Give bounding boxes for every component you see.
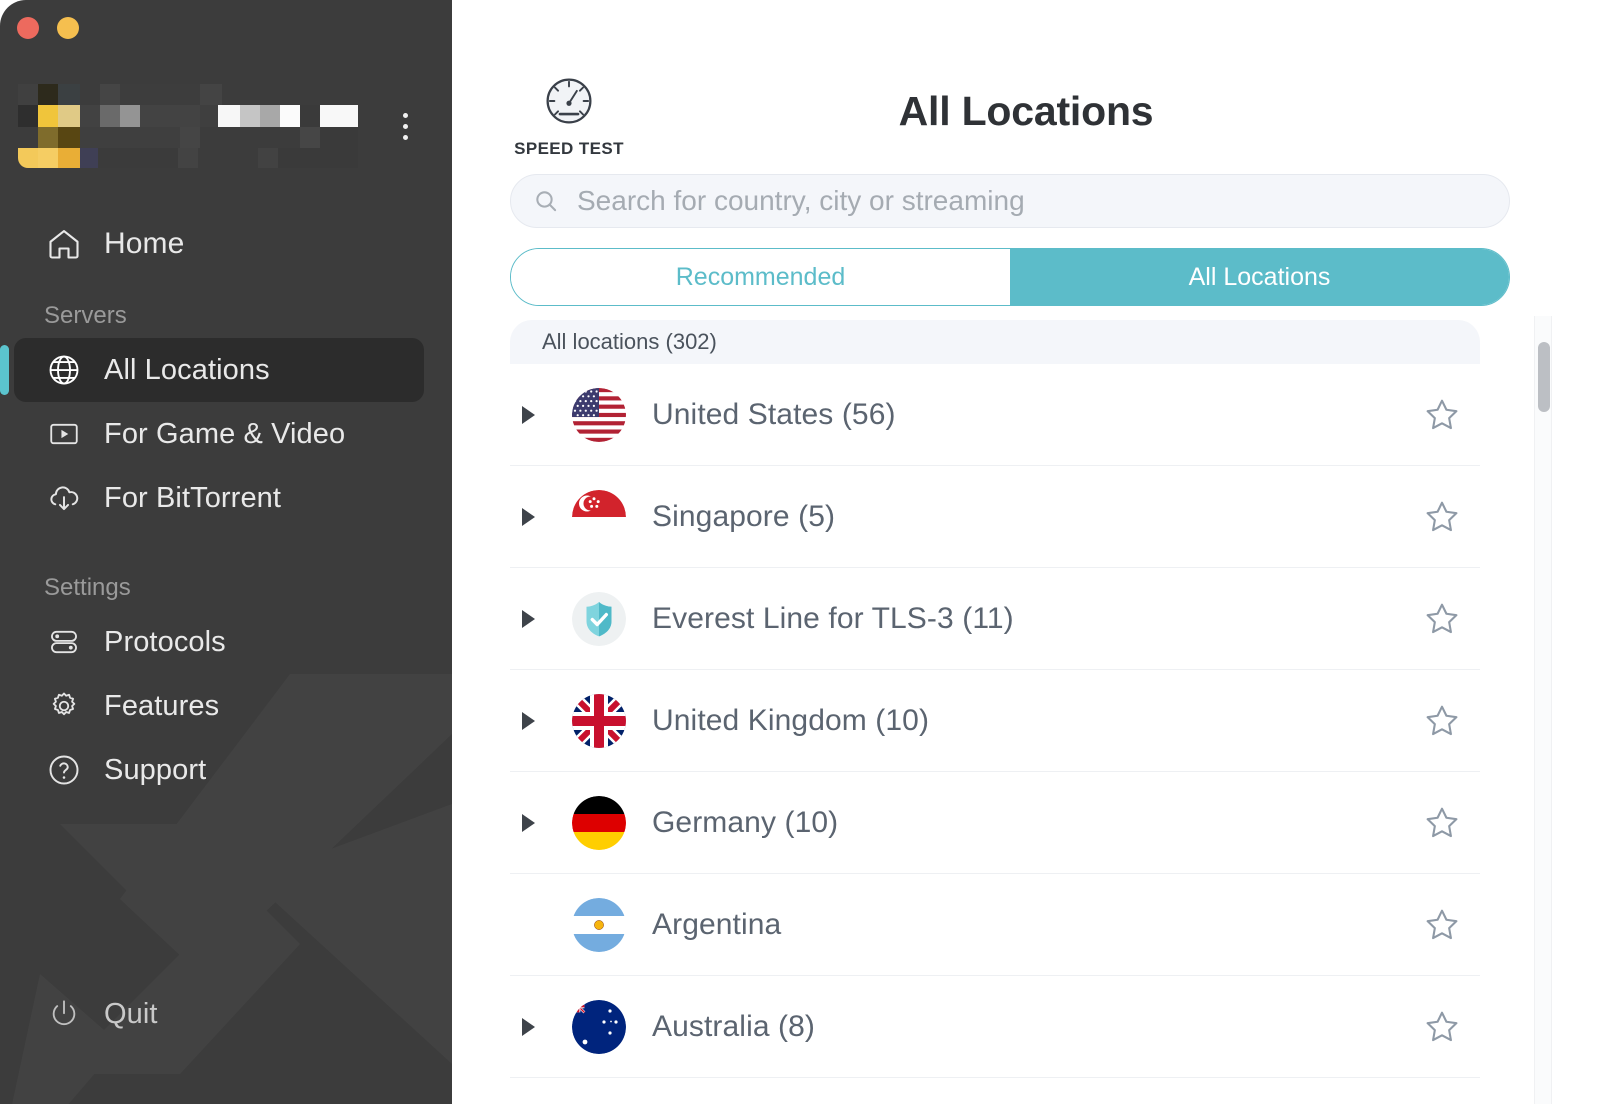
- scrollbar-thumb[interactable]: [1538, 342, 1550, 412]
- sidebar-item-features[interactable]: Features: [14, 674, 424, 738]
- favorite-star-icon[interactable]: [1422, 701, 1462, 741]
- sidebar-item-protocols[interactable]: Protocols: [14, 610, 424, 674]
- de-flag-icon: [572, 796, 626, 850]
- page-title: All Locations: [452, 88, 1600, 135]
- locations-tab-group: Recommended All Locations: [510, 248, 1510, 306]
- sidebar-item-for-bittorrent[interactable]: For BitTorrent: [14, 466, 424, 530]
- au-flag-icon: [572, 1000, 626, 1054]
- expand-arrow-icon[interactable]: [522, 508, 558, 526]
- expand-arrow-icon[interactable]: [522, 814, 558, 832]
- quit-label: Quit: [104, 998, 158, 1031]
- sidebar-item-home[interactable]: Home: [14, 212, 424, 276]
- sidebar-item-support[interactable]: Support: [14, 738, 424, 802]
- favorite-star-icon[interactable]: [1422, 1007, 1462, 1047]
- location-name: Germany (10): [652, 806, 838, 840]
- favorite-star-icon[interactable]: [1422, 905, 1462, 945]
- sidebar-item-label: Protocols: [104, 626, 226, 659]
- search-icon: [533, 188, 559, 214]
- gear-icon: [44, 686, 84, 726]
- search-input[interactable]: [577, 185, 1416, 217]
- sg-flag-icon: [572, 490, 626, 544]
- window-controls[interactable]: [17, 17, 79, 39]
- sidebar-section-servers: Servers: [0, 302, 452, 330]
- tab-label: All Locations: [1189, 263, 1331, 292]
- main-panel: SPEED TEST All Locations Recommended All…: [452, 0, 1600, 1104]
- close-button[interactable]: [17, 17, 39, 39]
- question-circle-icon: [44, 750, 84, 790]
- location-name: Argentina: [652, 908, 781, 942]
- expand-arrow-icon[interactable]: [522, 610, 558, 628]
- expand-arrow-icon[interactable]: [522, 1018, 558, 1036]
- globe-icon: [44, 350, 84, 390]
- speed-test-label: SPEED TEST: [514, 139, 624, 159]
- toggles-icon: [44, 622, 84, 662]
- sidebar-item-label: Support: [104, 754, 206, 787]
- kebab-menu-icon[interactable]: [392, 109, 418, 143]
- favorite-star-icon[interactable]: [1422, 599, 1462, 639]
- list-item[interactable]: Everest Line for TLS-3 (11): [510, 568, 1480, 670]
- sidebar-nav: Home Servers All Locations: [0, 212, 452, 802]
- video-play-icon: [44, 414, 84, 454]
- minimize-button[interactable]: [57, 17, 79, 39]
- power-icon: [44, 994, 84, 1034]
- list-header-label: All locations (302): [542, 329, 717, 355]
- sidebar-item-label: For Game & Video: [104, 418, 345, 451]
- profile-name-obscured: [18, 84, 358, 168]
- shield-check-icon: [572, 592, 626, 646]
- ar-flag-icon: [572, 898, 626, 952]
- us-flag-icon: [572, 388, 626, 442]
- expand-arrow-icon[interactable]: [522, 406, 558, 424]
- list-item[interactable]: Argentina: [510, 874, 1480, 976]
- location-name: Everest Line for TLS-3 (11): [652, 602, 1014, 636]
- list-item[interactable]: United Kingdom (10): [510, 670, 1480, 772]
- list-item[interactable]: United States (56): [510, 364, 1480, 466]
- location-name: United Kingdom (10): [652, 704, 929, 738]
- favorite-star-icon[interactable]: [1422, 497, 1462, 537]
- favorite-star-icon[interactable]: [1422, 395, 1462, 435]
- list-item[interactable]: Australia (8): [510, 976, 1480, 1078]
- selected-indicator: [0, 345, 9, 395]
- locations-list: United States (56): [510, 364, 1480, 1104]
- quit-button[interactable]: Quit: [14, 986, 158, 1042]
- home-icon: [44, 224, 84, 264]
- location-name: United States (56): [652, 398, 896, 432]
- location-name: Australia (8): [652, 1010, 815, 1044]
- sidebar-item-for-game-video[interactable]: For Game & Video: [14, 402, 424, 466]
- list-header: All locations (302): [510, 320, 1480, 364]
- tab-recommended[interactable]: Recommended: [511, 249, 1010, 305]
- list-item[interactable]: Germany (10): [510, 772, 1480, 874]
- sidebar-item-label: Home: [104, 227, 184, 261]
- list-scrollbar[interactable]: [1534, 316, 1552, 1104]
- sidebar-item-all-locations[interactable]: All Locations: [14, 338, 424, 402]
- cloud-download-icon: [44, 478, 84, 518]
- location-name: Singapore (5): [652, 500, 835, 534]
- profile-row[interactable]: [18, 84, 434, 168]
- list-item[interactable]: Singapore (5): [510, 466, 1480, 568]
- sidebar-item-label: For BitTorrent: [104, 482, 281, 515]
- favorite-star-icon[interactable]: [1422, 803, 1462, 843]
- expand-arrow-icon[interactable]: [522, 712, 558, 730]
- vpn-app-window: Home Servers All Locations: [0, 0, 1600, 1104]
- search-bar[interactable]: [510, 174, 1510, 228]
- sidebar-item-label: Features: [104, 690, 219, 723]
- tab-all-locations[interactable]: All Locations: [1010, 249, 1509, 305]
- sidebar: Home Servers All Locations: [0, 0, 452, 1104]
- sidebar-item-label: All Locations: [104, 354, 270, 387]
- sidebar-section-settings: Settings: [0, 574, 452, 602]
- gb-flag-icon: [572, 694, 626, 748]
- tab-label: Recommended: [676, 263, 846, 292]
